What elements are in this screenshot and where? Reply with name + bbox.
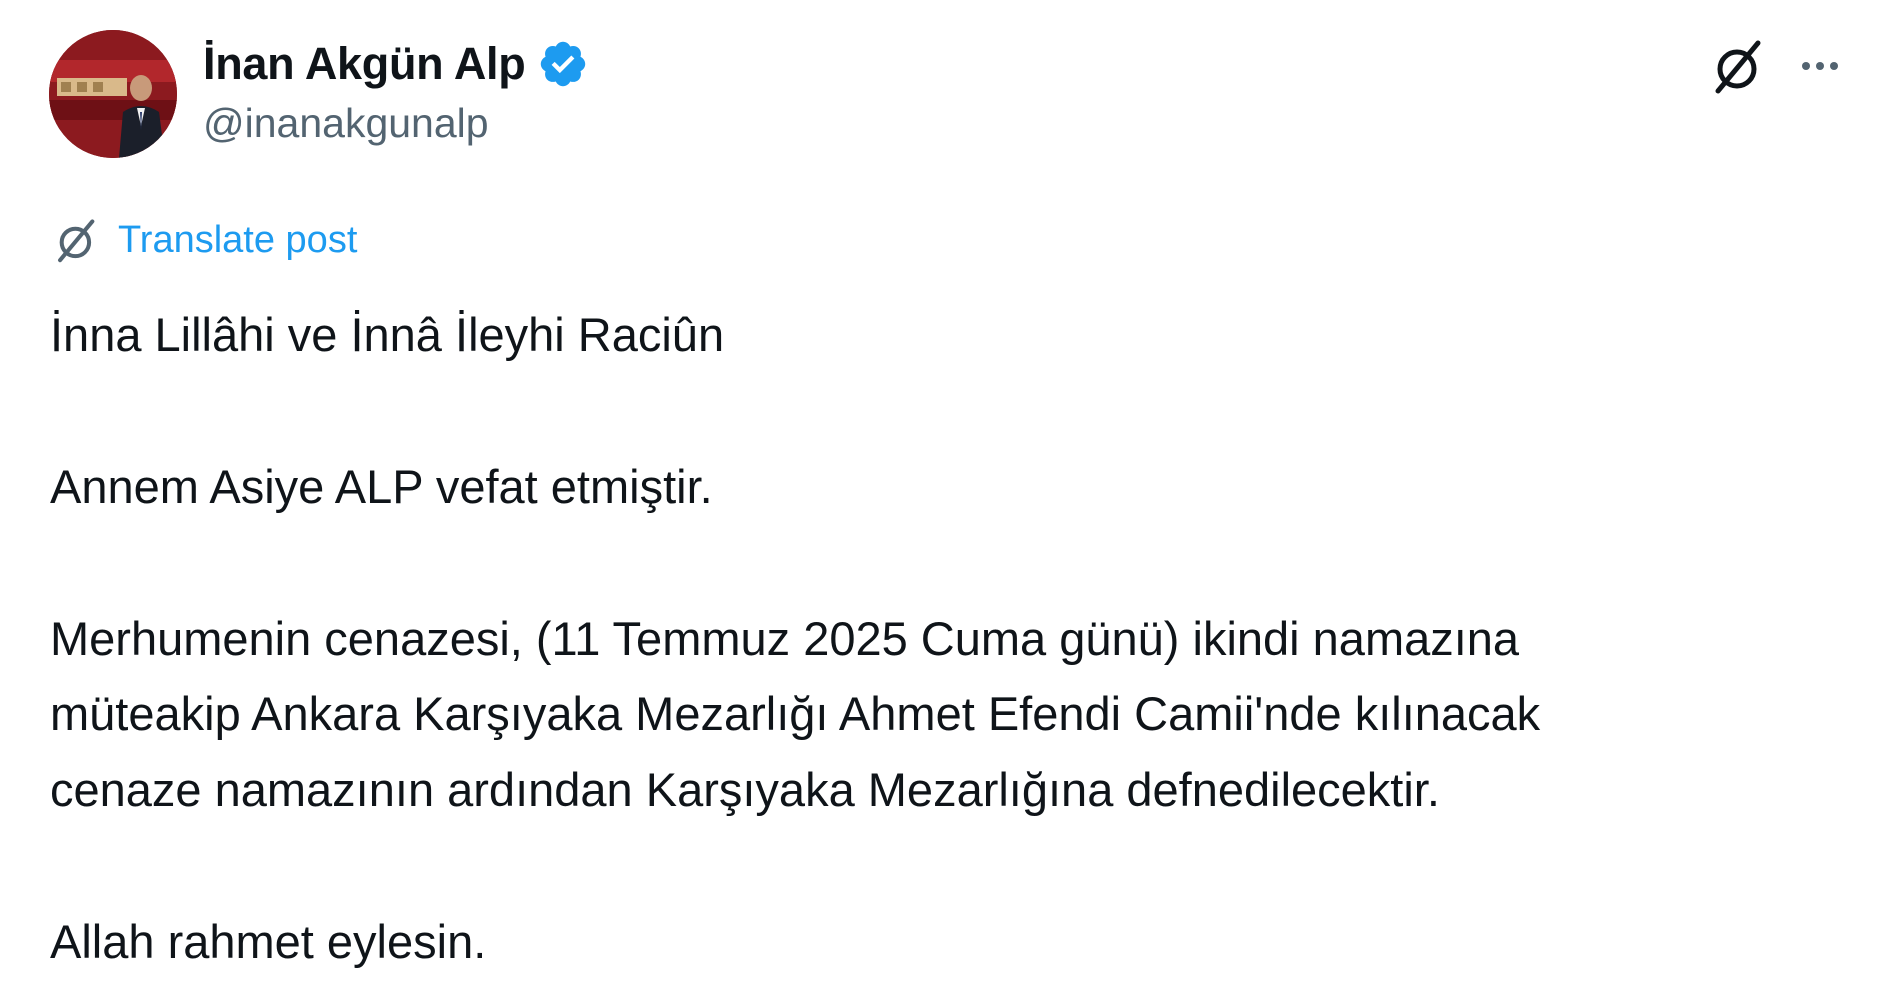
author-name-row: İnan Akgün Alp: [203, 34, 589, 94]
avatar-photo: [49, 30, 177, 158]
grok-translate-icon: [52, 215, 102, 265]
more-options-button[interactable]: [1792, 35, 1848, 97]
author-handle[interactable]: @inanakgunalp: [203, 100, 489, 147]
more-dot-icon: [1830, 62, 1838, 70]
verified-badge-icon: [537, 38, 589, 90]
post-paragraph-line: müteakip Ankara Karşıyaka Mezarlığı Ahme…: [50, 687, 1541, 740]
translate-post-label: Translate post: [118, 218, 358, 261]
more-dot-icon: [1802, 62, 1810, 70]
avatar[interactable]: [49, 30, 177, 158]
grok-button[interactable]: [1708, 35, 1770, 97]
author-name[interactable]: İnan Akgün Alp: [203, 38, 526, 90]
post-paragraph-line: Merhumenin cenazesi, (11 Temmuz 2025 Cum…: [50, 612, 1520, 665]
more-dot-icon: [1816, 62, 1824, 70]
post-paragraph: İnna Lillâhi ve İnnâ İleyhi Raciûn: [50, 308, 725, 361]
tweet-card: İnan Akgün Alp @inanakgunalp Translate p…: [0, 0, 1881, 1000]
post-paragraph: Annem Asiye ALP vefat etmiştir.: [50, 460, 713, 513]
grok-icon: [1715, 40, 1761, 94]
translate-post-button[interactable]: Translate post: [52, 212, 357, 268]
post-paragraph: Allah rahmet eylesin.: [50, 915, 487, 968]
post-paragraph-line: cenaze namazının ardından Karşıyaka Meza…: [50, 763, 1440, 816]
